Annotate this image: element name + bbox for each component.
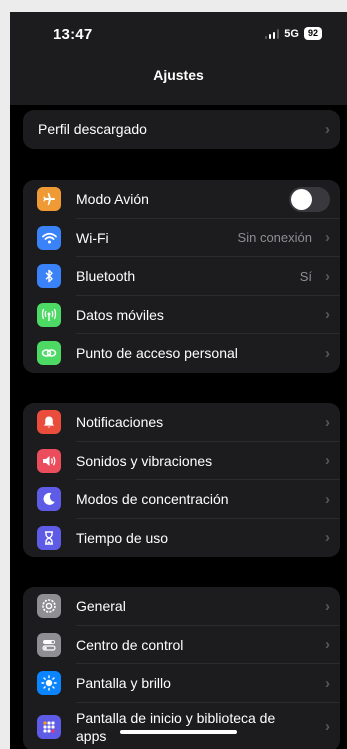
settings-screen: 13:47 5G 92 Ajustes Perfil descargado › … xyxy=(10,12,347,749)
wifi-row[interactable]: Wi-Fi Sin conexión › xyxy=(23,219,340,257)
chevron-right-icon: › xyxy=(325,529,330,547)
row-label: Wi-Fi xyxy=(76,229,109,246)
cellular-signal-icon xyxy=(264,28,280,39)
row-label: Notificaciones xyxy=(76,414,164,431)
chevron-right-icon: › xyxy=(325,674,330,692)
wifi-status: Sin conexión xyxy=(237,230,312,246)
row-label: Centro de control xyxy=(76,636,184,653)
focus-modes-row[interactable]: Modos de concentración › xyxy=(23,480,340,519)
page-title: Ajustes xyxy=(153,67,204,83)
bluetooth-status: Sí xyxy=(299,268,312,284)
airplane-mode-row[interactable]: Modo Avión xyxy=(23,180,340,219)
downloaded-profile-row[interactable]: Perfil descargado › xyxy=(23,110,340,149)
toggle-knob xyxy=(291,188,312,210)
screen-time-row[interactable]: Tiempo de uso › xyxy=(23,519,340,558)
sounds-row[interactable]: Sonidos y vibraciones › xyxy=(23,442,340,480)
hourglass-icon xyxy=(37,525,61,550)
row-label: Datos móviles xyxy=(76,306,164,323)
control-center-row[interactable]: Centro de control › xyxy=(23,626,340,664)
row-label: Modos de concentración xyxy=(76,491,229,508)
personal-hotspot-row[interactable]: Punto de acceso personal › xyxy=(23,334,340,373)
airplane-icon xyxy=(37,187,61,212)
mobile-data-row[interactable]: Datos móviles › xyxy=(23,296,340,334)
profile-group: Perfil descargado › xyxy=(23,110,340,149)
navigation-bar: Ajustes xyxy=(10,62,347,105)
row-label: Tiempo de uso xyxy=(76,529,169,546)
general-row[interactable]: General › xyxy=(23,587,340,626)
chevron-right-icon: › xyxy=(325,636,330,654)
row-label: Pantalla y brillo xyxy=(76,675,171,692)
chevron-right-icon: › xyxy=(325,306,330,324)
row-label: Modo Avión xyxy=(76,191,149,208)
home-screen-library-row[interactable]: Pantalla de inicio y biblioteca de apps … xyxy=(23,703,340,749)
chevron-right-icon: › xyxy=(325,490,330,508)
wifi-icon xyxy=(37,225,61,250)
bluetooth-icon xyxy=(37,264,61,289)
sun-icon xyxy=(37,671,61,696)
antenna-icon xyxy=(37,302,61,327)
gear-icon xyxy=(37,594,61,619)
speaker-icon xyxy=(37,448,61,473)
row-label: Perfil descargado xyxy=(38,121,147,138)
display-brightness-row[interactable]: Pantalla y brillo › xyxy=(23,664,340,703)
connectivity-group: Modo Avión Wi-Fi Sin conexión › Bluetoot… xyxy=(23,180,340,373)
row-label: Bluetooth xyxy=(76,268,136,285)
chevron-right-icon: › xyxy=(325,120,330,138)
notifications-group: Notificaciones › Sonidos y vibraciones ›… xyxy=(23,403,340,557)
home-indicator[interactable] xyxy=(120,730,237,734)
status-time: 13:47 xyxy=(53,26,93,43)
chevron-right-icon: › xyxy=(325,229,330,247)
airplane-mode-toggle[interactable] xyxy=(289,186,330,212)
moon-icon xyxy=(37,487,61,512)
chevron-right-icon: › xyxy=(325,344,330,362)
bell-icon xyxy=(37,410,61,435)
chevron-right-icon: › xyxy=(325,452,330,470)
chevron-right-icon: › xyxy=(325,718,330,735)
row-label: Sonidos y vibraciones xyxy=(76,452,213,469)
general-group: General › Centro de control › Pantalla y… xyxy=(23,587,340,749)
apps-grid-icon xyxy=(37,714,61,739)
status-indicators: 5G 92 xyxy=(264,27,322,40)
chevron-right-icon: › xyxy=(325,267,330,285)
notifications-row[interactable]: Notificaciones › xyxy=(23,403,340,442)
hotspot-icon xyxy=(37,341,61,366)
switches-icon xyxy=(37,632,61,657)
row-label: General xyxy=(76,598,126,615)
network-type: 5G xyxy=(284,27,299,40)
chevron-right-icon: › xyxy=(325,413,330,431)
row-label: Pantalla de inicio y biblioteca de apps xyxy=(76,709,276,744)
battery-icon: 92 xyxy=(303,27,322,40)
status-bar: 13:47 5G 92 xyxy=(10,12,347,62)
row-label: Punto de acceso personal xyxy=(76,345,238,362)
bluetooth-row[interactable]: Bluetooth Sí › xyxy=(23,257,340,296)
chevron-right-icon: › xyxy=(325,597,330,615)
